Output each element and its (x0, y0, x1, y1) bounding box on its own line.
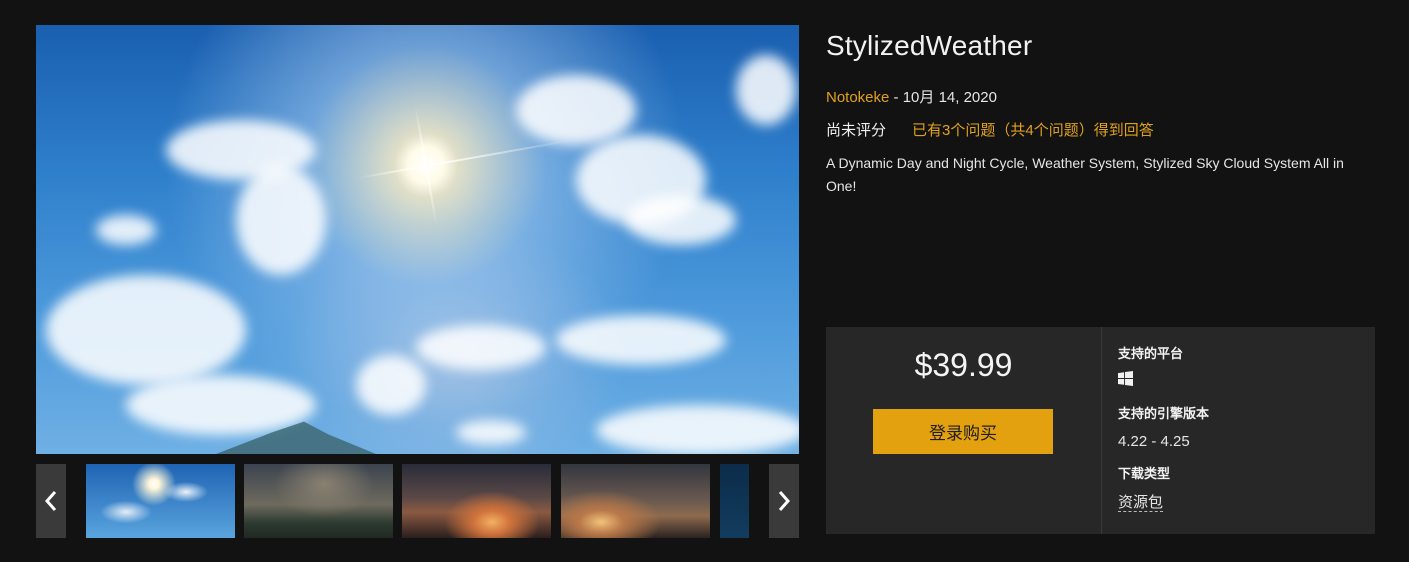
chevron-right-icon (778, 491, 791, 511)
cloud (556, 315, 726, 365)
engine-versions: 4.22 - 4.25 (1118, 433, 1190, 450)
product-specs: 支持的平台 支持的引擎版本 4.22 - 4.25 下载类型 资源包 (1118, 343, 1358, 512)
cloud (456, 420, 526, 445)
cloud (516, 75, 636, 145)
cloud (126, 375, 316, 435)
cloud (416, 325, 546, 370)
download-type-link[interactable]: 资源包 (1118, 494, 1164, 512)
release-date: 10月 14, 2020 (902, 89, 997, 106)
rating-row: 尚未评分 已有3个问题（共4个问题）得到回答 (826, 119, 1154, 140)
cloud (46, 275, 246, 385)
gallery-next-button[interactable] (769, 464, 799, 538)
sun-ray (425, 165, 438, 226)
sun-ray (356, 165, 427, 180)
chevron-left-icon (44, 491, 57, 511)
product-description: A Dynamic Day and Night Cycle, Weather S… (826, 155, 1344, 194)
product-title: StylizedWeather (826, 30, 1033, 61)
download-type-label: 下载类型 (1118, 466, 1171, 481)
windows-icon (1118, 371, 1133, 386)
engine-version-label: 支持的引擎版本 (1118, 406, 1210, 421)
price: $39.99 (914, 347, 1013, 383)
divider (1101, 327, 1102, 534)
purchase-panel: $39.99 登录购买 支持的平台 支持的引擎版本 4.22 - 4.25 下载… (826, 327, 1375, 534)
rating-status: 尚未评分 (826, 122, 887, 139)
cloud (356, 355, 426, 415)
gallery-prev-button[interactable] (36, 464, 66, 538)
login-to-buy-button[interactable]: 登录购买 (873, 409, 1053, 454)
sun-ray (425, 138, 574, 167)
platforms-label: 支持的平台 (1118, 346, 1184, 361)
thumbnail-2[interactable] (244, 464, 393, 538)
cloud (626, 195, 736, 245)
cloud (96, 215, 156, 245)
thumbnail-4[interactable] (561, 464, 710, 538)
cloud (736, 55, 796, 125)
product-meta: Notokeke - 10月 14, 2020 (826, 86, 997, 107)
thumbnail-3[interactable] (402, 464, 551, 538)
meta-separator: - (889, 89, 903, 106)
seller-link[interactable]: Notokeke (826, 89, 889, 106)
product-hero-image[interactable] (36, 25, 799, 454)
thumbnail-1[interactable] (86, 464, 235, 538)
thumbnail-5[interactable] (720, 464, 749, 538)
sun-ray (414, 106, 427, 167)
gallery-thumbnails (86, 464, 749, 538)
cloud (236, 165, 326, 275)
qa-summary-link[interactable]: 已有3个问题（共4个问题）得到回答 (912, 122, 1154, 139)
cloud (596, 405, 799, 454)
